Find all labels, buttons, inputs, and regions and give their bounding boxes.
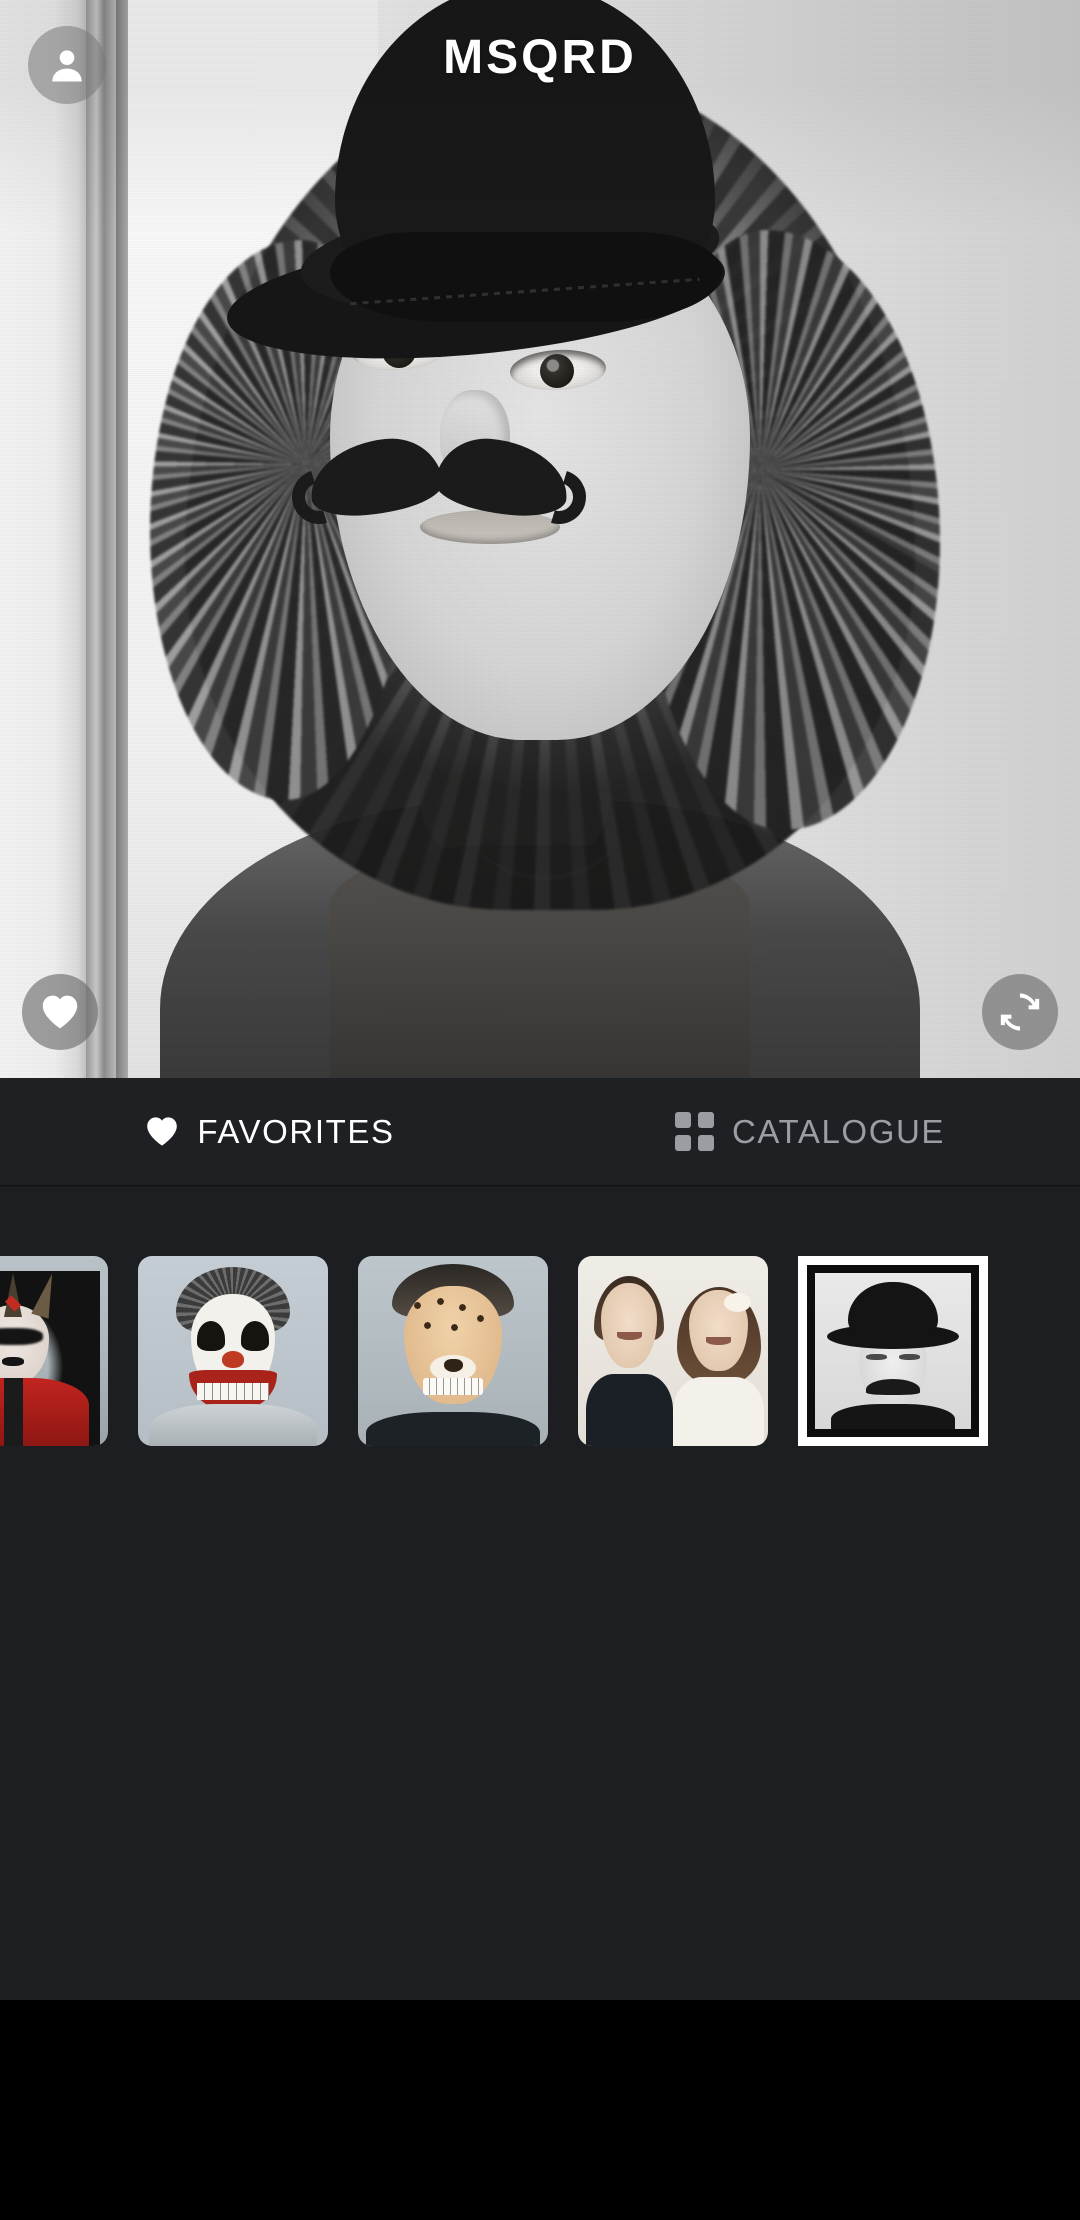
flip-camera-button[interactable] [982, 974, 1058, 1050]
mask-thumbnail-art [0, 1256, 108, 1446]
mask-tabbar: FAVORITES CATALOGUE [0, 1078, 1080, 1185]
mask-thumbnail-art [138, 1256, 328, 1446]
tab-catalogue-label: CATALOGUE [731, 1112, 946, 1150]
camera-preview[interactable] [0, 0, 1080, 1078]
mask-thumbnail-list [0, 1256, 988, 1446]
refresh-icon [1000, 993, 1040, 1031]
heart-icon [42, 995, 78, 1029]
tab-favorites-label: FAVORITES [197, 1112, 395, 1150]
tab-favorites[interactable]: FAVORITES [0, 1078, 540, 1185]
mask-thumbnail-art [578, 1256, 768, 1446]
mask-thumbnail[interactable] [0, 1256, 108, 1446]
preview-grain [0, 0, 1080, 1078]
favorite-mask-button[interactable] [22, 974, 98, 1050]
mask-thumbnail-selected[interactable] [798, 1256, 988, 1446]
heart-icon [147, 1117, 178, 1146]
mask-thumbnail-art [358, 1256, 548, 1446]
grid-icon [674, 1112, 714, 1151]
app-logo: MSQRD [443, 31, 637, 84]
android-navbar [0, 2000, 1080, 2220]
mask-thumbnail[interactable] [358, 1256, 548, 1446]
app-screen: MSQRD FAVORITES CATALOGUE [0, 0, 1080, 2220]
mask-filter-strip[interactable] [0, 1188, 1080, 1468]
mask-thumbnail[interactable] [138, 1256, 328, 1446]
tab-catalogue[interactable]: CATALOGUE [540, 1078, 1080, 1185]
mask-thumbnail-art [815, 1273, 971, 1429]
mask-thumbnail-frame [807, 1265, 979, 1437]
mask-thumbnail[interactable] [578, 1256, 768, 1446]
capture-controls [0, 1468, 1080, 2000]
